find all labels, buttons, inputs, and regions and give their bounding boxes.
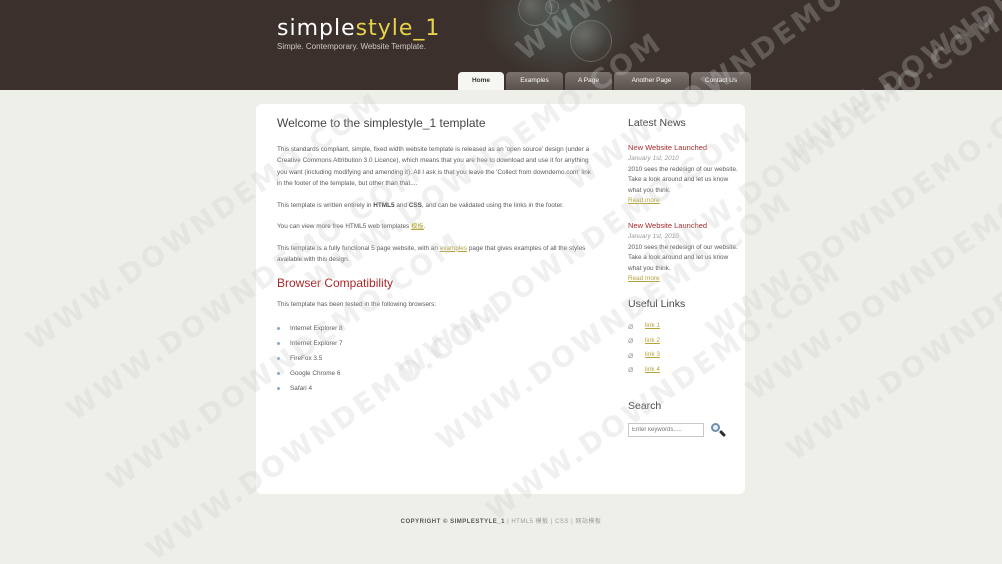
bullet-icon bbox=[277, 326, 280, 330]
logo-text-accent: style_1 bbox=[355, 16, 441, 41]
main-content: Welcome to the simplestyle_1 template Th… bbox=[277, 116, 597, 397]
search-heading: Search bbox=[628, 400, 662, 412]
search-input[interactable] bbox=[628, 422, 704, 437]
tech-paragraph: This template is written entirely in HTM… bbox=[277, 200, 597, 212]
useful-link-4[interactable]: link 4 bbox=[645, 363, 660, 378]
tab-another-page[interactable]: Another Page bbox=[614, 72, 689, 90]
site-logo[interactable]: simplestyle_1 bbox=[277, 16, 440, 41]
list-item: Internet Explorer 8 bbox=[277, 321, 597, 336]
site-footer: COPYRIGHT © SIMPLESTYLE_1 | HTML5 模板 | C… bbox=[0, 516, 1002, 525]
bullet-icon bbox=[277, 372, 280, 376]
links-list: ⌀ link 1 ⌀ link 2 ⌀ link 3 ⌀ link 4 bbox=[628, 319, 738, 377]
main-nav: Home Examples A Page Another Page Contac… bbox=[458, 72, 751, 90]
text-segment: This template is a fully functional 5 pa… bbox=[277, 244, 440, 252]
bullet-icon bbox=[277, 341, 280, 345]
list-item: ⌀ link 3 bbox=[628, 348, 738, 363]
list-item: Safari 4 bbox=[277, 381, 597, 396]
more-templates-paragraph: You can view more free HTML5 web templat… bbox=[277, 221, 597, 233]
news-date: January 1st, 2010 bbox=[628, 155, 679, 162]
links-heading: Useful Links bbox=[628, 297, 686, 310]
text-segment: . bbox=[423, 223, 426, 230]
html5-link[interactable]: HTML5 模板 bbox=[511, 519, 548, 525]
news-heading: Latest News bbox=[628, 117, 686, 129]
news-headline: New Website Launched bbox=[628, 142, 708, 152]
watermark: WWW.DOWNDEMO.COM bbox=[780, 195, 1002, 468]
list-item: ⌀ link 4 bbox=[628, 363, 738, 378]
bullet-icon bbox=[277, 387, 280, 391]
list-item: ⌀ link 1 bbox=[628, 319, 738, 334]
list-item: FireFox 3.5 bbox=[277, 351, 597, 366]
examples-link[interactable]: examples bbox=[440, 245, 467, 252]
text-segment: You can view more free HTML5 web templat… bbox=[277, 223, 412, 230]
list-item: Google Chrome 6 bbox=[277, 366, 597, 381]
news-item: New Website Launched January 1st, 2010 2… bbox=[628, 143, 738, 207]
text-segment: This template is written entirely in bbox=[277, 201, 374, 209]
watermark: WWW.DOWNDEMO.COM bbox=[700, 75, 1002, 348]
list-item-label: Safari 4 bbox=[290, 385, 313, 393]
header-glow bbox=[480, 0, 640, 80]
paperclip-icon: ⌀ bbox=[628, 364, 634, 375]
compat-heading: Browser Compatibility bbox=[277, 275, 394, 290]
template-link[interactable]: 网站模板 bbox=[575, 519, 601, 525]
search-icon[interactable] bbox=[710, 422, 727, 438]
page-title: Welcome to the simplestyle_1 template bbox=[277, 116, 486, 130]
compat-intro: This template has been tested in the fol… bbox=[277, 301, 437, 308]
news-body: 2010 sees the redesign of our website. T… bbox=[628, 243, 738, 272]
news-item: New Website Launched January 1st, 2010 2… bbox=[628, 221, 738, 285]
read-more-link[interactable]: Read more bbox=[628, 275, 660, 282]
html5-text: HTML5 bbox=[373, 201, 395, 209]
list-item-label: Internet Explorer 8 bbox=[290, 324, 343, 332]
paperclip-icon: ⌀ bbox=[628, 320, 634, 331]
list-item-label: Internet Explorer 7 bbox=[290, 339, 343, 347]
search-form bbox=[628, 422, 738, 438]
read-more-link[interactable]: Read more bbox=[628, 197, 660, 204]
browser-list: Internet Explorer 8 Internet Explorer 7 … bbox=[277, 321, 597, 397]
sidebar: Latest News New Website Launched January… bbox=[628, 118, 738, 438]
tab-a-page[interactable]: A Page bbox=[565, 72, 612, 90]
css-text: CSS bbox=[408, 201, 422, 209]
list-item: ⌀ link 2 bbox=[628, 334, 738, 349]
useful-link-2[interactable]: link 2 bbox=[645, 334, 660, 349]
css-link[interactable]: CSS bbox=[555, 519, 569, 525]
tab-contact-us[interactable]: Contact Us bbox=[691, 72, 751, 90]
templates-link[interactable]: 模板 bbox=[411, 223, 424, 230]
text-segment: and bbox=[394, 201, 409, 209]
useful-link-1[interactable]: link 1 bbox=[645, 319, 660, 334]
bullet-icon bbox=[277, 356, 280, 360]
news-date: January 1st, 2010 bbox=[628, 233, 679, 240]
list-item: Internet Explorer 7 bbox=[277, 336, 597, 351]
bubble-decoration bbox=[545, 0, 559, 14]
watermark: WWW.DOWNDEMO.COM bbox=[740, 135, 1002, 408]
useful-link-3[interactable]: link 3 bbox=[645, 348, 660, 363]
bubble-decoration bbox=[570, 20, 612, 62]
copyright-text: COPYRIGHT © SIMPLESTYLE_1 bbox=[400, 519, 505, 525]
list-item-label: FireFox 3.5 bbox=[290, 354, 323, 362]
examples-paragraph: This template is a fully functional 5 pa… bbox=[277, 243, 597, 266]
site-slogan: Simple. Contemporary. Website Template. bbox=[277, 42, 426, 51]
paperclip-icon: ⌀ bbox=[628, 349, 634, 360]
news-headline: New Website Launched bbox=[628, 220, 708, 230]
text-segment: , and can be validated using the links i… bbox=[421, 201, 564, 209]
list-item-label: Google Chrome 6 bbox=[290, 370, 341, 378]
tab-examples[interactable]: Examples bbox=[506, 72, 563, 90]
intro-paragraph: This standards compliant, simple, fixed … bbox=[277, 145, 591, 188]
logo-text-primary: simple bbox=[277, 16, 356, 41]
paperclip-icon: ⌀ bbox=[628, 335, 634, 346]
news-body: 2010 sees the redesign of our website. T… bbox=[628, 165, 738, 194]
tab-home[interactable]: Home bbox=[458, 72, 504, 90]
